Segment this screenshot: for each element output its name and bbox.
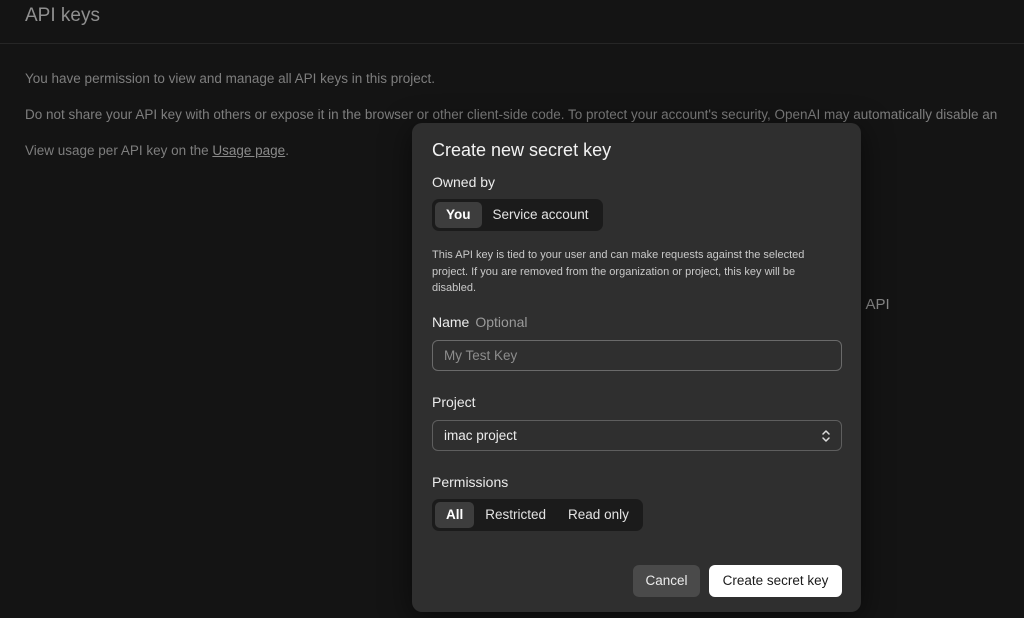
create-secret-key-dialog: Create new secret key Owned by You Servi…	[412, 123, 861, 612]
project-label: Project	[432, 394, 476, 410]
name-input[interactable]	[432, 340, 842, 371]
usage-page-link[interactable]: Usage page	[212, 143, 285, 158]
dialog-title: Create new secret key	[432, 140, 612, 160]
background-heading-fragment: I API	[858, 296, 890, 313]
project-select[interactable]: imac project	[432, 420, 842, 451]
optional-label: Optional	[475, 314, 528, 330]
usage-text-prefix: View usage per API key on the	[25, 143, 213, 158]
cancel-button[interactable]: Cancel	[633, 565, 700, 597]
page-title: API keys	[25, 5, 100, 26]
usage-text-suffix: .	[285, 143, 289, 158]
permissions-label: Permissions	[432, 474, 509, 490]
owned-by-option-you[interactable]: You	[435, 202, 482, 228]
chevron-up-down-icon	[822, 430, 830, 442]
usage-text: View usage per API key on the Usage page…	[25, 143, 289, 158]
security-warning-text: Do not share your API key with others or…	[25, 107, 998, 122]
permissions-segmented-control: All Restricted Read only	[432, 499, 643, 531]
owned-by-segmented-control: You Service account	[432, 199, 603, 231]
permissions-option-all[interactable]: All	[435, 502, 475, 528]
owned-by-label: Owned by	[432, 174, 496, 190]
name-label-row: Name Optional	[432, 314, 528, 330]
permissions-option-read-only[interactable]: Read only	[557, 502, 640, 528]
permission-text: You have permission to view and manage a…	[25, 71, 435, 86]
owned-by-option-service-account[interactable]: Service account	[482, 202, 600, 228]
page-header: API keys	[0, 0, 1024, 44]
project-select-value: imac project	[444, 428, 517, 443]
create-secret-key-button[interactable]: Create secret key	[709, 565, 842, 597]
name-label: Name	[432, 314, 470, 330]
owner-help-text: This API key is tied to your user and ca…	[432, 249, 805, 294]
permissions-option-restricted[interactable]: Restricted	[474, 502, 557, 528]
